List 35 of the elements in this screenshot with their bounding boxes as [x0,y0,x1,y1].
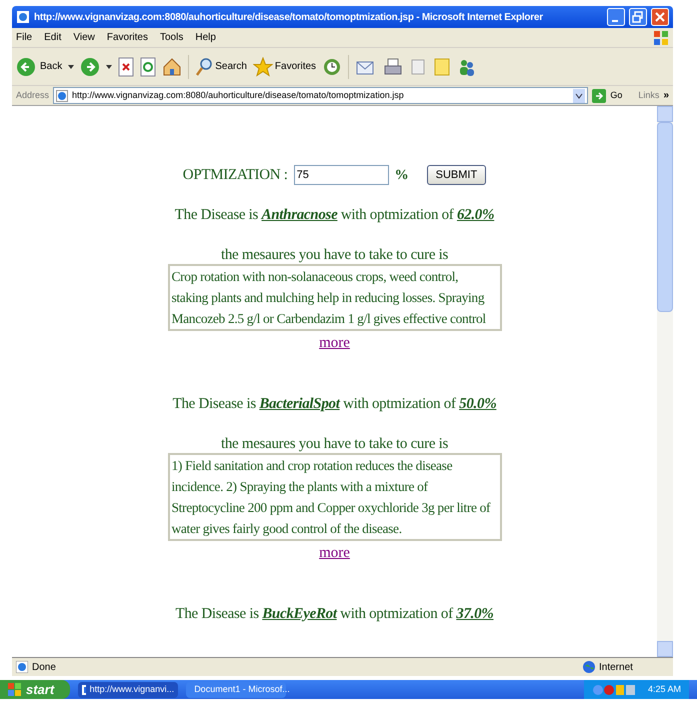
menu-item[interactable]: Tools [160,30,184,45]
menu-item[interactable]: Edit [44,30,62,45]
back-button[interactable]: Back [16,56,62,76]
measures-heading: the mesaures you have to take to cure is [220,246,448,264]
measures-heading: the mesaures you have to take to cure is [220,434,448,452]
menu-item[interactable]: View [73,30,95,45]
disease-result-text: The Disease is BuckEyeRot with optmization of 37.0% [175,606,494,622]
submit-button[interactable]: SUBMIT [426,165,486,186]
optimization-field[interactable]: 75 [294,165,389,186]
taskbar-button[interactable]: http://www.vignanvi... [78,682,178,698]
percent-label: % [394,166,409,185]
go-button[interactable]: Go [592,88,622,102]
search-button[interactable]: Search [195,56,247,76]
optimization-label: OPTMIZATION : [182,166,288,185]
address-text: http://www.vignanvizag.com:8080/auhorticulture/disease/tomato/tomoptmization.jsp [72,88,405,102]
more-links-button[interactable]: » [663,88,669,103]
favorites-button[interactable]: Favorites [252,56,316,76]
menu-item[interactable]: Favorites [106,30,148,45]
taskbar-button[interactable]: Document1 - Microsof... [186,682,286,698]
more-link[interactable]: more [319,334,350,352]
start-button[interactable]: start [0,680,70,699]
menu-item[interactable]: Help [195,30,216,45]
disease-result-text: The Disease is BacterialSpot with optmization of 50.0% [172,396,496,412]
address-label: Address [16,88,50,102]
links-label[interactable]: Links [638,88,660,102]
window-title: http://www.vignanvizag.com:8080/auhorticulture/disease/tomato/tomoptmization.jsp - Microsoft Internet Explorer [34,10,544,24]
measures-text-box: Crop rotation with non-solanaceous crops, weed control, staking plants and mulching help in reducing losses. Spraying Mancozeb 2.5 g/l or Carbendazim 1 g/l gives effective control [168,264,502,330]
security-zone-text: Internet [599,660,634,674]
menu-item[interactable]: File [16,30,32,45]
disease-result-text: The Disease is Anthracnose with optmization of 62.0% [174,206,494,224]
measures-text-box: 1) Field sanitation and crop rotation reduces the disease incidence. 2) Spraying the plants with a mixture of Streptocycline 200 ppm and Copper oxychloride 3g per litre of water gives fairly good control of the disease. [168,452,502,540]
clock: 4:25 AM [648,682,681,696]
status-text: Done [32,660,57,674]
address-field[interactable]: http://www.vignanvizag.com:8080/auhorticulture/disease/tomato/tomoptmization.jsp [53,87,588,104]
more-link[interactable]: more [319,544,350,562]
